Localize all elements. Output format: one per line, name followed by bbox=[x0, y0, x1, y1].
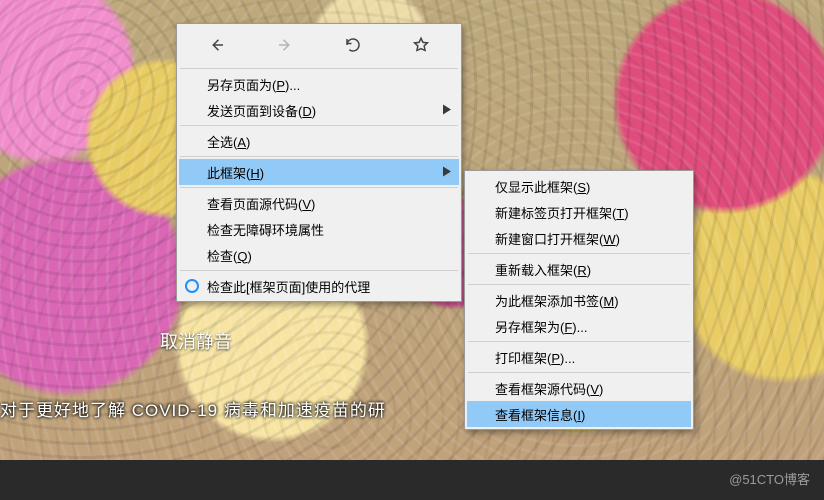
frame-submenu: 仅显示此框架(S) 新建标签页打开框架(T) 新建窗口打开框架(W) 重新载入框… bbox=[464, 170, 694, 430]
menu-label: 检查(Q) bbox=[207, 246, 252, 265]
separator bbox=[468, 284, 690, 285]
reload-icon bbox=[344, 36, 362, 54]
menu-inspect-proxy[interactable]: 检查此[框架页面]使用的代理 bbox=[179, 273, 459, 299]
menu-label: 为此框架添加书签(M) bbox=[495, 291, 619, 310]
menu-save-page-as[interactable]: 另存页面为(P)... bbox=[179, 71, 459, 97]
arrow-right-icon bbox=[276, 36, 294, 54]
separator bbox=[180, 156, 458, 157]
submenu-bookmark-frame[interactable]: 为此框架添加书签(M) bbox=[467, 287, 691, 313]
menu-label: 此框架(H) bbox=[207, 163, 264, 182]
separator bbox=[180, 68, 458, 69]
submenu-save-frame-as[interactable]: 另存框架为(F)... bbox=[467, 313, 691, 339]
menu-this-frame[interactable]: 此框架(H) bbox=[179, 159, 459, 185]
menu-a11y-properties[interactable]: 检查无障碍环境属性 bbox=[179, 216, 459, 242]
separator bbox=[180, 270, 458, 271]
submenu-view-frame-source[interactable]: 查看框架源代码(V) bbox=[467, 375, 691, 401]
submenu-show-only-frame[interactable]: 仅显示此框架(S) bbox=[467, 173, 691, 199]
separator bbox=[180, 187, 458, 188]
menu-label: 查看框架源代码(V) bbox=[495, 379, 603, 398]
unmute-overlay[interactable]: 取消静音 bbox=[160, 328, 232, 354]
radio-icon bbox=[185, 279, 199, 293]
nav-bookmark-button[interactable] bbox=[408, 32, 434, 58]
menu-label: 查看页面源代码(V) bbox=[207, 194, 315, 213]
menu-send-to-device[interactable]: 发送页面到设备(D) bbox=[179, 97, 459, 123]
submenu-open-frame-window[interactable]: 新建窗口打开框架(W) bbox=[467, 225, 691, 251]
submenu-print-frame[interactable]: 打印框架(P)... bbox=[467, 344, 691, 370]
submenu-arrow-icon bbox=[443, 165, 451, 180]
menu-label: 检查此[框架页面]使用的代理 bbox=[207, 277, 370, 296]
context-menu-toolbar bbox=[179, 26, 459, 66]
menu-label: 另存框架为(F)... bbox=[495, 317, 587, 336]
menu-label: 新建窗口打开框架(W) bbox=[495, 229, 620, 248]
menu-label: 检查无障碍环境属性 bbox=[207, 220, 324, 239]
nav-forward-button[interactable] bbox=[272, 32, 298, 58]
separator bbox=[468, 341, 690, 342]
menu-label: 新建标签页打开框架(T) bbox=[495, 203, 629, 222]
menu-label: 仅显示此框架(S) bbox=[495, 177, 590, 196]
video-subtitle: 对于更好地了解 COVID-19 病毒和加速疫苗的研 bbox=[0, 396, 386, 421]
context-menu: 另存页面为(P)... 发送页面到设备(D) 全选(A) 此框架(H) 查看页面… bbox=[176, 23, 462, 302]
menu-label: 查看框架信息(I) bbox=[495, 405, 585, 424]
menu-label: 发送页面到设备(D) bbox=[207, 101, 316, 120]
nav-reload-button[interactable] bbox=[340, 32, 366, 58]
submenu-arrow-icon bbox=[443, 103, 451, 118]
submenu-view-frame-info[interactable]: 查看框架信息(I) bbox=[467, 401, 691, 427]
menu-inspect[interactable]: 检查(Q) bbox=[179, 242, 459, 268]
menu-select-all[interactable]: 全选(A) bbox=[179, 128, 459, 154]
submenu-reload-frame[interactable]: 重新载入框架(R) bbox=[467, 256, 691, 282]
separator bbox=[180, 125, 458, 126]
separator bbox=[468, 372, 690, 373]
submenu-open-frame-tab[interactable]: 新建标签页打开框架(T) bbox=[467, 199, 691, 225]
menu-label: 全选(A) bbox=[207, 132, 250, 151]
unmute-label: 取消静音 bbox=[160, 328, 232, 354]
menu-label: 另存页面为(P)... bbox=[207, 75, 300, 94]
menu-label: 重新载入框架(R) bbox=[495, 260, 591, 279]
star-icon bbox=[412, 36, 430, 54]
letterbox-bar bbox=[0, 460, 824, 500]
arrow-left-icon bbox=[208, 36, 226, 54]
watermark: @51CTO博客 bbox=[729, 469, 810, 488]
menu-label: 打印框架(P)... bbox=[495, 348, 575, 367]
menu-view-page-source[interactable]: 查看页面源代码(V) bbox=[179, 190, 459, 216]
separator bbox=[468, 253, 690, 254]
nav-back-button[interactable] bbox=[204, 32, 230, 58]
